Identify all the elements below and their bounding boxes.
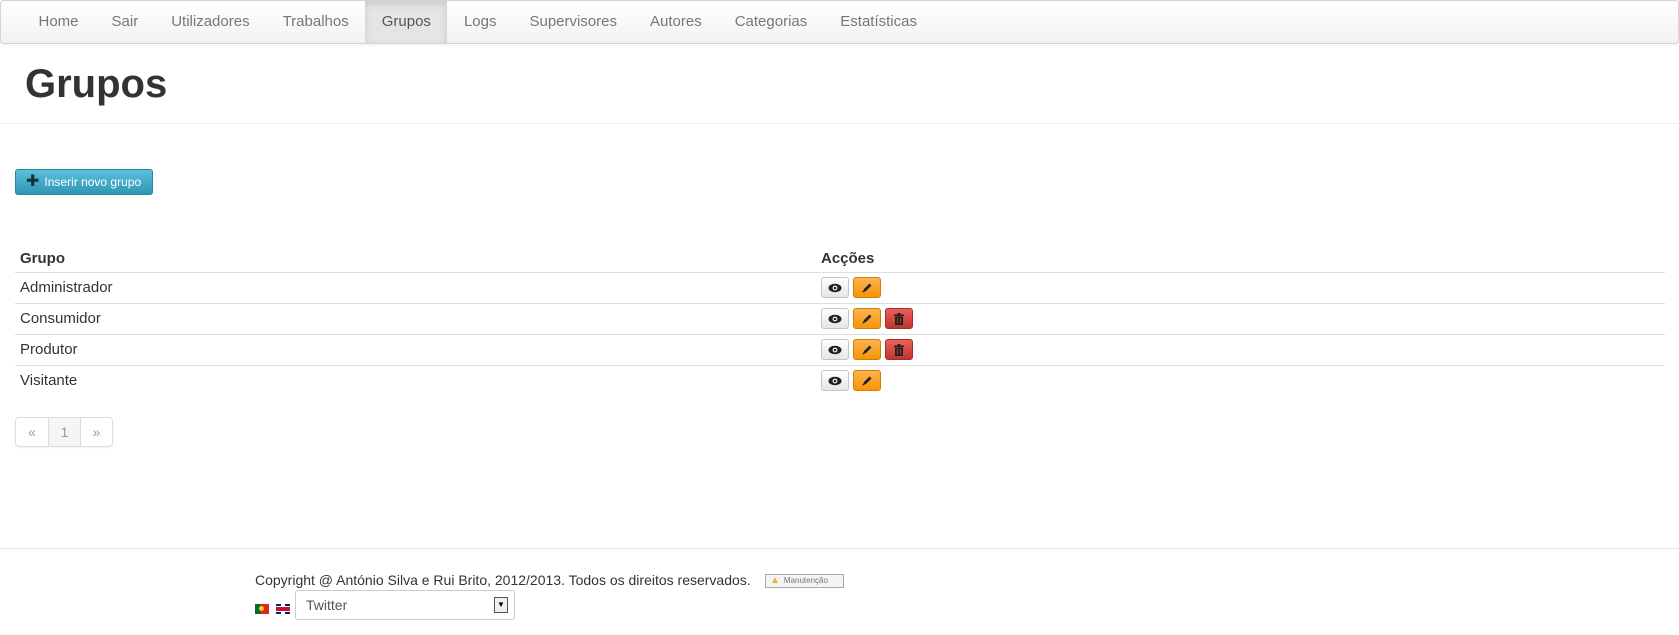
nav-item-trabalhos[interactable]: Trabalhos [266,1,365,43]
view-button[interactable] [821,308,849,329]
plus-icon: ✚ [26,173,40,190]
insert-group-button[interactable]: ✚ Inserir novo grupo [15,169,153,195]
chevron-down-icon[interactable]: ▼ [494,597,508,613]
group-name-cell: Administrador [20,279,113,296]
group-name-cell: Produtor [15,333,816,365]
delete-button[interactable] [885,308,913,329]
nav-item-logs[interactable]: Logs [447,1,513,43]
page-title: Grupos [25,62,168,106]
pagination-next[interactable]: » [80,418,112,446]
actions-cell [816,272,1665,303]
top-navbar: Home Sair Utilizadores Trabalhos Grupos … [0,0,1679,44]
nav-item-supervisores[interactable]: Supervisores [513,1,634,43]
column-header-actions: Acções [816,246,1665,273]
table-row: Consumidor [15,302,1665,334]
edit-button[interactable] [853,370,881,392]
nav-item-utilizadores[interactable]: Utilizadores [155,1,266,43]
nav-item-estatisticas[interactable]: Estatísticas [824,1,934,43]
trash-icon [894,312,904,325]
group-name-cell: Consumidor [15,302,816,334]
nav-item-sair[interactable]: Sair [95,1,155,43]
table-row: Administrador [15,272,1665,303]
view-button[interactable] [821,339,849,360]
warning-icon: ▲ [770,575,780,586]
maintenance-badge-label: Manutenção [783,576,828,585]
trash-icon [894,343,904,356]
social-select-value: Twitter [306,597,348,613]
insert-group-button-label: Inserir novo grupo [44,175,142,189]
uk-flag-icon[interactable] [276,604,290,614]
header-divider [0,123,1679,124]
eye-icon [828,283,842,293]
actions-cell [816,333,1665,365]
maintenance-badge[interactable]: ▲ Manutenção [765,574,844,588]
footer-divider [0,548,1679,549]
nav-item-autores[interactable]: Autores [634,1,719,43]
edit-button[interactable] [853,277,881,298]
actions-cell [816,364,1665,396]
pencil-icon [861,313,873,325]
column-header-group: Grupo [15,246,816,273]
nav-item-categorias[interactable]: Categorias [718,1,824,43]
edit-button[interactable] [853,308,881,329]
pencil-icon [861,344,873,356]
delete-button[interactable] [885,339,913,360]
nav-menu: Home Sair Utilizadores Trabalhos Grupos … [22,1,933,43]
social-select[interactable]: Twitter ▼ [295,590,515,620]
pagination-page-1[interactable]: 1 [48,418,80,446]
pagination-prev[interactable]: « [16,418,48,446]
pencil-icon [861,375,873,387]
view-button[interactable] [821,370,849,392]
group-name-cell: Visitante [15,364,816,396]
edit-button[interactable] [853,339,881,360]
eye-icon [828,314,842,324]
table-row: Produtor [15,333,1665,365]
portugal-flag-icon[interactable] [255,604,269,614]
copyright-text: Copyright @ António Silva e Rui Brito, 2… [255,572,751,588]
eye-icon [828,376,842,386]
nav-item-grupos[interactable]: Grupos [365,1,448,43]
actions-cell [816,302,1665,334]
nav-item-home[interactable]: Home [22,1,95,43]
pencil-icon [861,282,873,294]
groups-table: Grupo Acções Administrador Consumidor Prod… [15,246,1665,396]
view-button[interactable] [821,277,849,298]
eye-icon [828,345,842,355]
table-header-row: Grupo Acções [15,246,1665,273]
pagination: « 1 » [15,417,113,447]
table-row: Visitante [15,364,1665,396]
